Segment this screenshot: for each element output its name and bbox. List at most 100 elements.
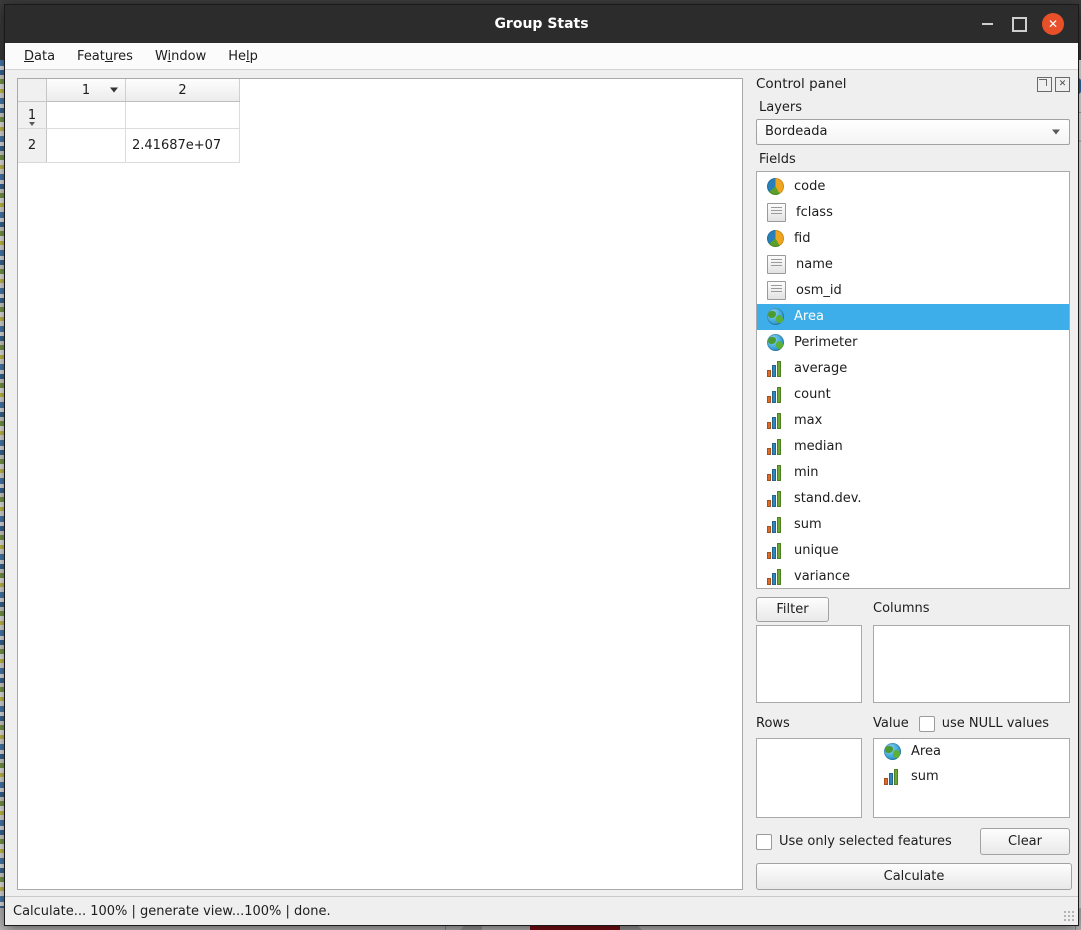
- field-item-sum[interactable]: sum: [757, 512, 1069, 538]
- field-item-stand-dev-[interactable]: stand.dev.: [757, 486, 1069, 512]
- statistic-icon: [767, 360, 784, 378]
- menu-data[interactable]: Data: [15, 46, 64, 67]
- calculate-button[interactable]: Calculate: [756, 863, 1072, 890]
- close-panel-icon[interactable]: ✕: [1055, 76, 1070, 92]
- layer-select-value: Bordeada: [765, 124, 828, 140]
- field-item-osm-id[interactable]: osm_id: [757, 278, 1069, 304]
- field-item-unique[interactable]: unique: [757, 538, 1069, 564]
- control-panel-header-icons: ✕: [1037, 76, 1070, 92]
- column-header-2[interactable]: 2: [125, 79, 240, 102]
- field-item-label: variance: [794, 569, 850, 585]
- field-item-label: sum: [794, 517, 822, 533]
- field-item-area[interactable]: Area: [757, 303, 1069, 330]
- clear-button[interactable]: Clear: [980, 828, 1070, 856]
- column-header-2-label: 2: [178, 82, 187, 98]
- group-stats-window: Group Stats ✕ Data Features Window Help: [4, 4, 1079, 926]
- menu-window[interactable]: Window: [146, 46, 215, 67]
- field-item-count[interactable]: count: [757, 382, 1069, 408]
- checkbox-box: [918, 715, 935, 732]
- menu-help[interactable]: Help: [219, 46, 267, 67]
- filter-button[interactable]: Filter: [756, 597, 829, 623]
- text-field-icon: [767, 281, 786, 301]
- table-corner-cell[interactable]: [18, 79, 47, 102]
- text-field-icon: [767, 203, 786, 223]
- rows-value-row: Rows Value use NULL values Area sum: [756, 712, 1070, 819]
- maximize-icon[interactable]: [1010, 15, 1028, 33]
- field-item-average[interactable]: average: [757, 356, 1069, 382]
- field-item-variance[interactable]: variance: [757, 564, 1069, 589]
- use-only-selected-features-label: Use only selected features: [779, 834, 952, 850]
- statistic-icon: [767, 490, 784, 508]
- float-panel-icon[interactable]: [1037, 76, 1052, 92]
- results-table-frame[interactable]: 1 2 1 2 2.41687e+07: [17, 78, 743, 890]
- bottom-controls: Use only selected features Clear: [756, 828, 1070, 856]
- field-item-fclass[interactable]: fclass: [757, 200, 1069, 226]
- statistic-icon: [767, 516, 784, 534]
- geometry-field-icon: [884, 743, 901, 761]
- row-resize-icon[interactable]: [29, 122, 35, 126]
- field-item-perimeter[interactable]: Perimeter: [757, 330, 1069, 356]
- text-field-icon: [767, 255, 786, 275]
- rows-label: Rows: [756, 716, 790, 732]
- close-icon[interactable]: ✕: [1042, 13, 1064, 35]
- statistic-icon: [767, 542, 784, 560]
- rows-list[interactable]: [756, 738, 862, 819]
- row-header-2[interactable]: 2: [18, 128, 47, 163]
- checkbox-box: [756, 833, 772, 850]
- field-item-fid[interactable]: fid: [757, 226, 1069, 252]
- table-header-row: 1 2: [18, 79, 240, 102]
- menu-features[interactable]: Features: [68, 46, 142, 67]
- field-item-label: max: [794, 413, 823, 429]
- field-item-median[interactable]: median: [757, 434, 1069, 460]
- statistic-icon: [767, 386, 784, 404]
- cell-r2-c1[interactable]: [46, 128, 126, 163]
- field-item-label: min: [794, 465, 819, 481]
- table-row[interactable]: 2 2.41687e+07: [18, 128, 240, 163]
- field-item-max[interactable]: max: [757, 408, 1069, 434]
- value-item-area[interactable]: Area: [874, 739, 1069, 764]
- columns-list[interactable]: [873, 625, 1070, 704]
- row-header-1[interactable]: 1: [18, 101, 47, 129]
- statistic-icon: [767, 568, 784, 586]
- geometry-field-icon: [767, 334, 784, 352]
- cell-r2-c2[interactable]: 2.41687e+07: [125, 128, 240, 163]
- layer-select[interactable]: Bordeada: [756, 119, 1070, 145]
- number-field-icon: [767, 178, 784, 196]
- window-titlebar[interactable]: Group Stats ✕: [5, 5, 1078, 43]
- value-list[interactable]: Area sum: [873, 738, 1070, 819]
- fields-list[interactable]: code fclass fid name osm_id Area Perimeter aver…: [756, 170, 1070, 590]
- table-row[interactable]: 1: [18, 101, 240, 129]
- control-panel-header: Control panel ✕: [756, 76, 1070, 92]
- statistic-icon: [767, 412, 784, 430]
- cell-r1-c1[interactable]: [46, 101, 126, 129]
- field-item-name[interactable]: name: [757, 252, 1069, 278]
- field-item-label: median: [794, 439, 843, 455]
- use-null-values-checkbox[interactable]: use NULL values: [918, 715, 1049, 732]
- cell-r1-c2[interactable]: [125, 101, 240, 129]
- chevron-down-icon[interactable]: [110, 87, 118, 93]
- minimize-icon[interactable]: [978, 15, 996, 33]
- statistic-icon: [767, 438, 784, 456]
- field-item-label: stand.dev.: [794, 491, 862, 507]
- field-item-code[interactable]: code: [757, 174, 1069, 200]
- results-table: 1 2 1 2 2.41687e+07: [18, 79, 240, 163]
- control-panel-title: Control panel: [756, 76, 847, 92]
- filter-list[interactable]: [756, 625, 862, 704]
- geometry-field-icon: [767, 308, 784, 326]
- statistic-icon: [767, 464, 784, 482]
- number-field-icon: [767, 230, 784, 248]
- column-header-1[interactable]: 1: [46, 79, 126, 102]
- menubar: Data Features Window Help: [5, 43, 1078, 70]
- filter-columns-row: Filter Columns: [756, 597, 1070, 704]
- value-item-sum[interactable]: sum: [874, 764, 1069, 789]
- resize-grip[interactable]: [1063, 910, 1075, 922]
- use-only-selected-features-checkbox[interactable]: Use only selected features: [756, 833, 952, 850]
- field-item-label: name: [796, 257, 833, 273]
- field-item-min[interactable]: min: [757, 460, 1069, 486]
- fields-label: Fields: [759, 151, 796, 167]
- field-item-label: Perimeter: [794, 335, 858, 351]
- use-null-values-label: use NULL values: [941, 716, 1049, 732]
- statusbar: Calculate... 100% | generate view...100%…: [5, 896, 1078, 925]
- value-item-label: sum: [911, 769, 939, 785]
- window-content: 1 2 1 2 2.41687e+07 Control panel ✕ Laye…: [5, 70, 1078, 896]
